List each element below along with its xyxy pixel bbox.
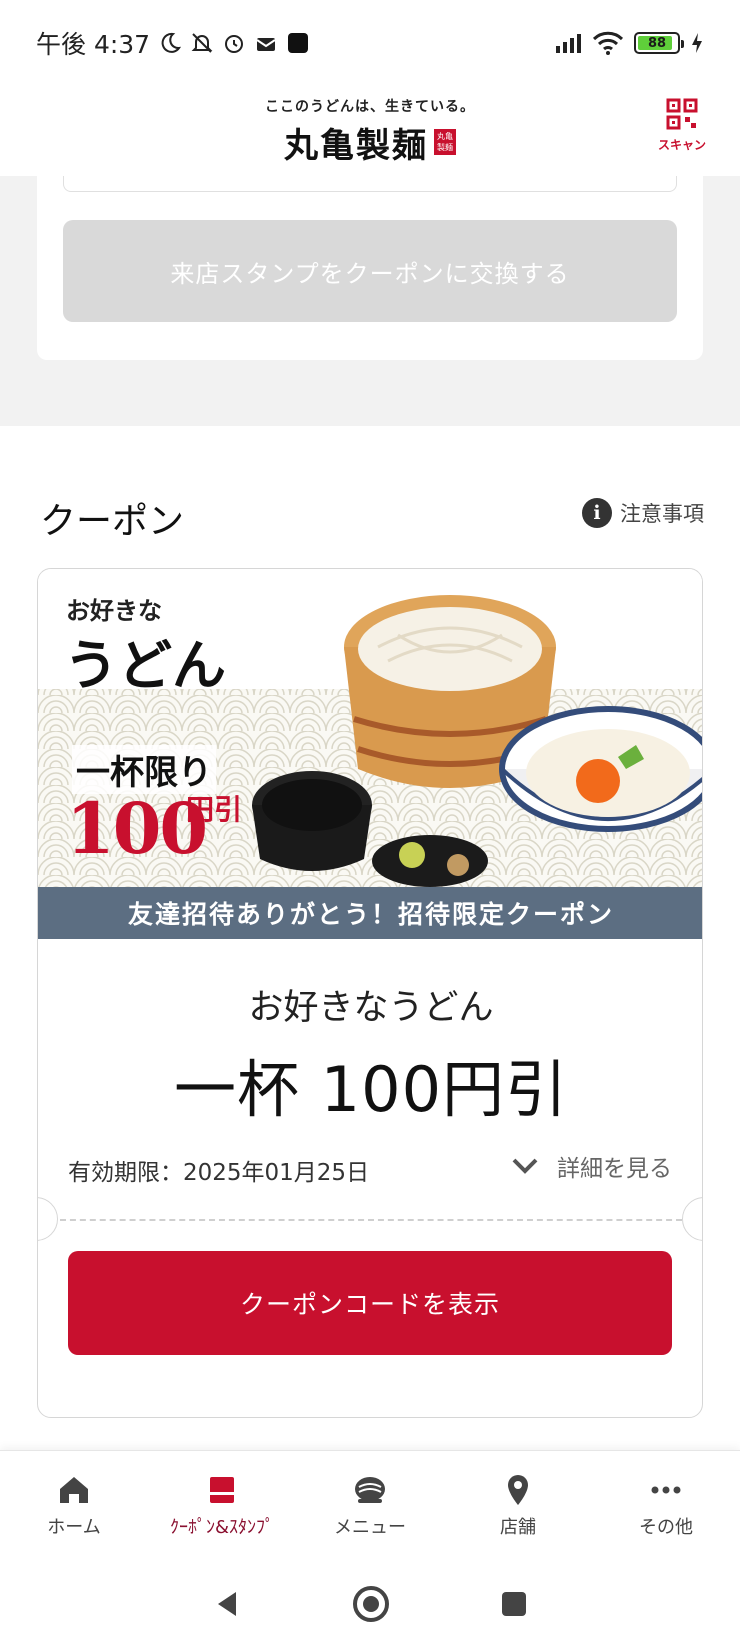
coupon-card: お好きな うどん 一杯限り 100 円引 友達招待ありがとう！招待限定クーポン … xyxy=(37,568,703,1418)
alarm-icon xyxy=(225,35,244,53)
nav-menu[interactable]: メニュー xyxy=(296,1451,444,1564)
nav-coupon-stamp-label: ｸｰﾎﾟﾝ&ｽﾀﾝﾌﾟ xyxy=(169,1517,275,1538)
home-button-icon[interactable] xyxy=(352,1585,390,1623)
bottom-nav: ホーム ｸｰﾎﾟﾝ&ｽﾀﾝﾌﾟ メニュー 店舗 その他 xyxy=(0,1450,740,1564)
stamp-section: 来店スタンプをクーポンに交換する xyxy=(0,176,740,426)
coupon-image: お好きな うどん 一杯限り 100 円引 友達招待ありがとう！招待限定クーポン xyxy=(38,569,702,939)
nav-home[interactable]: ホーム xyxy=(0,1451,148,1564)
notice-label: 注意事項 xyxy=(620,502,704,526)
coupon-notch-right xyxy=(682,1197,702,1241)
location-pin-icon xyxy=(501,1473,535,1507)
logo-main: 丸亀製麺 丸亀製麺 xyxy=(265,118,475,167)
qr-code-icon xyxy=(666,98,698,130)
nav-home-label: ホーム xyxy=(47,1517,101,1538)
nav-store-label: 店舗 xyxy=(500,1517,536,1538)
image-text-unit: 円引 xyxy=(186,793,243,826)
stamp-card-edge xyxy=(63,176,677,192)
coupon-stamp-icon xyxy=(205,1473,239,1507)
detail-label: 詳細を見る xyxy=(557,1156,672,1182)
exchange-stamp-button[interactable]: 来店スタンプをクーポンに交換する xyxy=(63,220,677,322)
logo-tagline: ここのうどんは、生きている。 xyxy=(265,98,475,115)
coupon-expiry: 有効期限：2025年01月25日 xyxy=(68,1160,370,1186)
brand-logo: ここのうどんは、生きている。 丸亀製麺 丸亀製麺 xyxy=(265,96,475,167)
info-icon: i xyxy=(582,498,612,528)
wifi-icon xyxy=(592,31,624,55)
logo-brand-name: 丸亀製麺 xyxy=(284,125,428,166)
section-title: クーポン xyxy=(40,501,185,542)
status-time: 午後 4:37 xyxy=(36,30,151,59)
coupon-discount: 一杯 100円引 xyxy=(173,1053,569,1126)
bell-off-icon xyxy=(191,33,213,53)
battery-indicator: 88 xyxy=(634,32,684,54)
scan-button[interactable]: スキャン xyxy=(652,98,712,158)
signal-icon xyxy=(556,34,581,53)
image-text-large: うどん xyxy=(64,633,226,697)
back-icon[interactable] xyxy=(212,1589,242,1619)
status-right: 88 xyxy=(554,31,704,55)
recents-icon[interactable] xyxy=(500,1590,528,1618)
nav-more[interactable]: その他 xyxy=(592,1451,740,1564)
moon-icon xyxy=(161,32,182,53)
detail-toggle[interactable]: 詳細を見る xyxy=(511,1149,672,1183)
nav-menu-label: メニュー xyxy=(334,1517,406,1538)
nav-store[interactable]: 店舗 xyxy=(444,1451,592,1564)
menu-bowl-icon xyxy=(353,1473,387,1507)
coupon-name: お好きなうどん xyxy=(248,988,494,1028)
chevron-down-icon xyxy=(512,1158,538,1174)
coupon-banner: 友達招待ありがとう！招待限定クーポン xyxy=(38,887,702,939)
app-header: ここのうどんは、生きている。 丸亀製麺 丸亀製麺 スキャン xyxy=(0,86,740,176)
scan-label: スキャン xyxy=(657,138,706,152)
home-icon xyxy=(57,1473,91,1507)
notice-link[interactable]: i 注意事項 xyxy=(582,498,704,528)
mail-icon xyxy=(256,38,276,51)
battery-level: 88 xyxy=(647,35,667,51)
nav-more-label: その他 xyxy=(639,1517,693,1538)
logo-seal: 丸亀製麺 xyxy=(434,129,456,155)
coupon-notch-left xyxy=(38,1197,58,1241)
status-bar: 午後 4:37 88 xyxy=(0,0,740,86)
system-nav-bar xyxy=(0,1564,740,1644)
show-coupon-code-button[interactable]: クーポンコードを表示 xyxy=(68,1251,672,1355)
more-icon xyxy=(649,1473,683,1507)
app-square-icon xyxy=(288,33,309,53)
coupon-perforation xyxy=(60,1219,682,1221)
charging-icon xyxy=(692,33,702,53)
coupon-section: クーポン i 注意事項 お好きな うどん 一杯限り 100 円引 友達招待ありが… xyxy=(0,426,740,1450)
status-left: 午後 4:37 xyxy=(36,25,310,61)
nav-coupon-stamp[interactable]: ｸｰﾎﾟﾝ&ｽﾀﾝﾌﾟ xyxy=(148,1451,296,1564)
stamp-card: 来店スタンプをクーポンに交換する xyxy=(37,176,703,360)
